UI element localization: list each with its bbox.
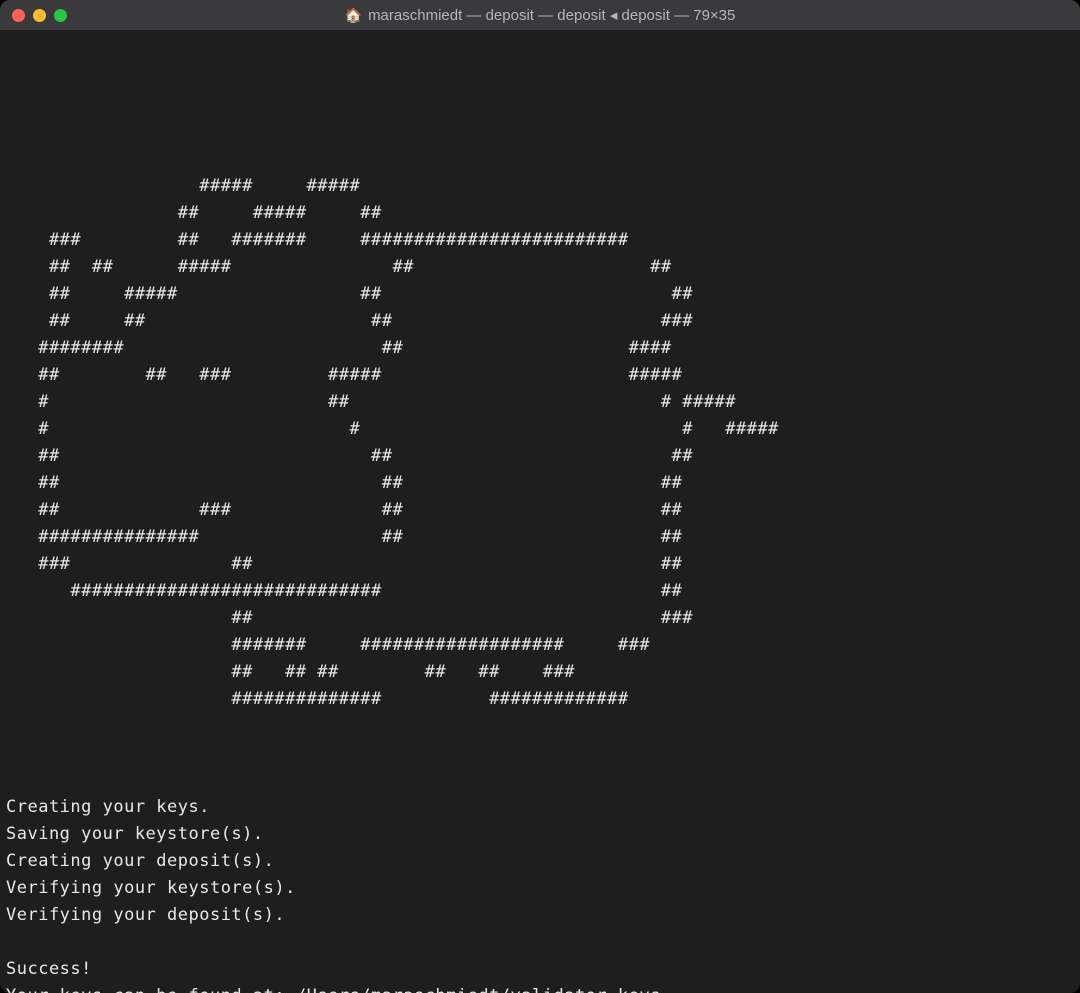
traffic-lights	[12, 9, 67, 22]
terminal-window: 🏠 maraschmiedt — deposit — deposit ◂ dep…	[0, 0, 1080, 993]
log-line: Verifying your keystore(s).	[6, 878, 296, 898]
window-title: 🏠 maraschmiedt — deposit — deposit ◂ dep…	[0, 6, 1080, 24]
log-line: Creating your deposit(s).	[6, 851, 274, 871]
maximize-button[interactable]	[54, 9, 67, 22]
window-title-text: maraschmiedt — deposit — deposit ◂ depos…	[368, 6, 735, 24]
log-line: Verifying your deposit(s).	[6, 905, 285, 925]
close-button[interactable]	[12, 9, 25, 22]
log-line: Saving your keystore(s).	[6, 824, 264, 844]
success-line: Success!	[6, 959, 92, 979]
log-block: Creating your keys. Saving your keystore…	[6, 767, 1074, 993]
minimize-button[interactable]	[33, 9, 46, 22]
success-line: Your keys can be found at: /Users/marasc…	[6, 986, 661, 993]
ascii-art: ##### ##### ## ##### ## ### ## ####### #…	[6, 92, 1074, 713]
log-line: Creating your keys.	[6, 797, 210, 817]
titlebar: 🏠 maraschmiedt — deposit — deposit ◂ dep…	[0, 0, 1080, 30]
terminal-body[interactable]: ##### ##### ## ##### ## ### ## ####### #…	[0, 30, 1080, 993]
home-icon: 🏠	[345, 8, 362, 22]
